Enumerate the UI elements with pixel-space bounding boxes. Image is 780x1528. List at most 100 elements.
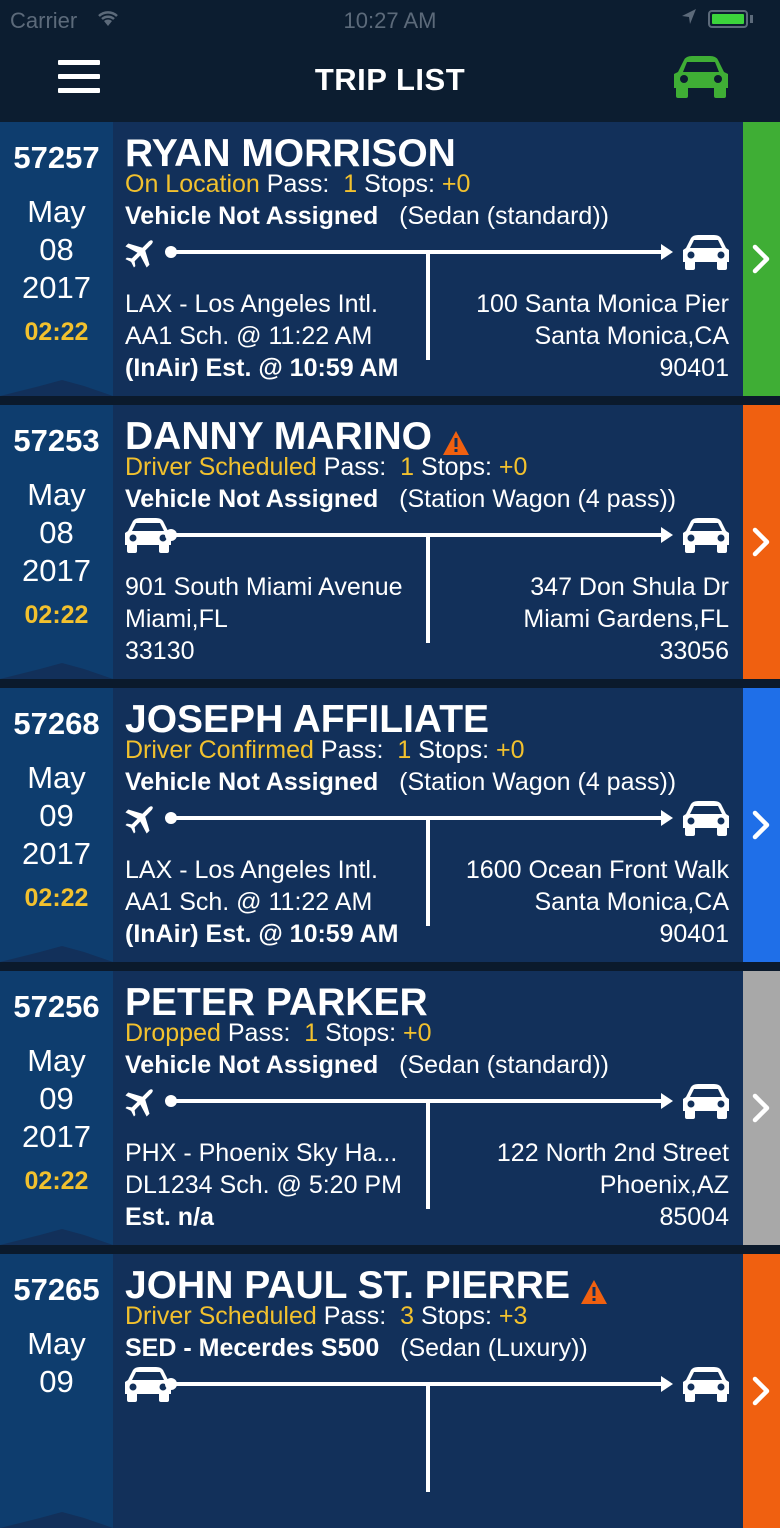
pickup-location: PHX - Phoenix Sky Ha... DL1234 Sch. @ 5:2… [125, 1137, 425, 1233]
route-line [168, 1382, 668, 1386]
plane-icon [123, 234, 159, 270]
trip-card[interactable]: 57256 May 09 2017 02:22 PETER PARKER Dropped P… [0, 971, 780, 1245]
trip-month: May [27, 1326, 86, 1361]
dropoff-location: 122 North 2nd Street Phoenix,AZ 85004 [429, 1137, 729, 1233]
route-arrowhead [661, 1376, 673, 1392]
pickup-line: 33130 [125, 637, 195, 665]
trip-day: 09 [39, 798, 74, 833]
pickup-line: (InAir) Est. @ 10:59 AM [125, 354, 399, 382]
car-icon[interactable] [672, 54, 730, 100]
route-line [168, 1099, 668, 1103]
page-title: TRIP LIST [314, 62, 466, 97]
battery-cap [750, 15, 753, 23]
status-bar: Carrier 10:27 AM [0, 0, 780, 40]
pickup-location: LAX - Los Angeles Intl. AA1 Sch. @ 11:22 … [125, 288, 425, 384]
trip-date-column: 57256 May 09 2017 02:22 [0, 971, 113, 1245]
pass-label: Pass: [323, 453, 387, 481]
chevron-right-icon[interactable] [750, 1376, 772, 1406]
pickup-line: (InAir) Est. @ 10:59 AM [125, 920, 399, 948]
pickup-line: 901 South Miami Avenue [125, 573, 403, 601]
vehicle-assignment: SED - Mecerdes S500 [125, 1334, 380, 1362]
location-arrow-icon [680, 6, 698, 34]
trip-day: 09 [39, 1364, 74, 1399]
pickup-line: AA1 Sch. @ 11:22 AM [125, 888, 373, 916]
route-line [168, 533, 668, 537]
chevron-right-icon[interactable] [750, 1093, 772, 1123]
trip-id: 57257 [13, 140, 100, 175]
stops-label: Stops: [325, 1019, 397, 1047]
trip-status-row: Dropped Pass: 1 Stops: +0 [125, 1019, 432, 1048]
passenger-name: JOHN PAUL ST. PIERRE [125, 1264, 570, 1307]
dropoff-line: 122 North 2nd Street [496, 1139, 729, 1167]
trip-card[interactable]: 57253 May 08 2017 02:22 DANNY MARINO Driver Sc… [0, 405, 780, 679]
car-icon [123, 517, 171, 553]
trip-status-row: Driver Confirmed Pass: 1 Stops: +0 [125, 736, 525, 765]
pickup-line: Miami,FL [125, 605, 228, 633]
mountain-decoration [0, 946, 113, 962]
vehicle-type: (Station Wagon (4 pass)) [399, 768, 677, 796]
vehicle-assignment: Vehicle Not Assigned [125, 202, 379, 230]
trip-content: PETER PARKER Dropped Pass: 1 Stops: +0 Veh… [113, 971, 743, 1245]
dropoff-location: 347 Don Shula Dr Miami Gardens,FL 33056 [429, 571, 729, 667]
trip-status: Driver Scheduled [125, 1302, 317, 1330]
car-icon [681, 1366, 731, 1404]
trip-content: RYAN MORRISON On Location Pass: 1 Stops: … [113, 122, 743, 396]
trip-status-row: On Location Pass: 1 Stops: +0 [125, 170, 470, 199]
stops-count: +0 [498, 453, 528, 481]
route-divider [426, 1386, 430, 1492]
pickup-location: 901 South Miami Avenue Miami,FL 33130 [125, 571, 425, 667]
passenger-name: JOSEPH AFFILIATE [125, 698, 490, 741]
stops-count: +0 [441, 170, 471, 198]
dropoff-line: 1600 Ocean Front Walk [465, 856, 729, 884]
pass-label: Pass: [323, 1302, 387, 1330]
chevron-right-icon[interactable] [750, 527, 772, 557]
passenger-name: PETER PARKER [125, 981, 428, 1024]
route-arrowhead [661, 810, 673, 826]
dropoff-line: 85004 [659, 1203, 729, 1231]
chevron-right-icon[interactable] [750, 810, 772, 840]
route-arrowhead [661, 1093, 673, 1109]
trip-status: Dropped [125, 1019, 221, 1047]
trip-card[interactable]: 57268 May 09 2017 02:22 JOSEPH AFFILIATE Drive… [0, 688, 780, 962]
pickup-line: DL1234 Sch. @ 5:20 PM [125, 1171, 402, 1199]
vehicle-assignment: Vehicle Not Assigned [125, 768, 379, 796]
vehicle-row: Vehicle Not Assigned (Sedan (standard)) [125, 1051, 609, 1080]
trip-month: May [27, 194, 86, 229]
clock: 10:27 AM [343, 8, 437, 33]
trip-card[interactable]: 57265 May 09 JOHN PAUL ST. PIERRE Driver Sch… [0, 1254, 780, 1528]
trip-day: 08 [39, 232, 74, 267]
dropoff-line: 100 Santa Monica Pier [476, 290, 729, 318]
pickup-line: LAX - Los Angeles Intl. [125, 856, 378, 884]
trip-year: 2017 [22, 270, 91, 305]
dropoff-line: 90401 [659, 920, 729, 948]
trip-content: JOSEPH AFFILIATE Driver Confirmed Pass: 1… [113, 688, 743, 962]
vehicle-type: (Sedan (standard)) [399, 1051, 609, 1079]
trip-card[interactable]: 57257 May 08 2017 02:22 RYAN MORRISON On Locat… [0, 122, 780, 396]
passenger-name: RYAN MORRISON [125, 132, 456, 175]
pickup-line: AA1 Sch. @ 11:22 AM [125, 322, 373, 350]
stops-label: Stops: [421, 453, 492, 481]
trip-id: 57253 [13, 423, 100, 458]
trip-month: May [27, 760, 86, 795]
car-icon [681, 234, 731, 272]
vehicle-row: Vehicle Not Assigned (Station Wagon (4 p… [125, 768, 676, 797]
trip-status-row: Driver Scheduled Pass: 1 Stops: +0 [125, 453, 527, 482]
route-line [168, 250, 668, 254]
trip-month: May [27, 477, 86, 512]
dropoff-line: Santa Monica,CA [534, 322, 729, 350]
dropoff-location: 100 Santa Monica Pier Santa Monica,CA 9040… [429, 288, 729, 384]
trip-date-column: 57253 May 08 2017 02:22 [0, 405, 113, 679]
chevron-right-icon[interactable] [750, 244, 772, 274]
pass-count: 1 [304, 1019, 319, 1047]
pass-count: 1 [400, 453, 415, 481]
car-icon [123, 1366, 171, 1402]
stops-label: Stops: [421, 1302, 492, 1330]
trip-id: 57256 [13, 989, 100, 1024]
battery-icon [708, 10, 748, 28]
trip-id: 57268 [13, 706, 100, 741]
route-arrowhead [661, 244, 673, 260]
trip-time: 02:22 [24, 318, 89, 346]
vehicle-type: (Sedan (Luxury)) [400, 1334, 588, 1362]
trip-day: 08 [39, 515, 74, 550]
trip-time: 02:22 [24, 601, 89, 629]
